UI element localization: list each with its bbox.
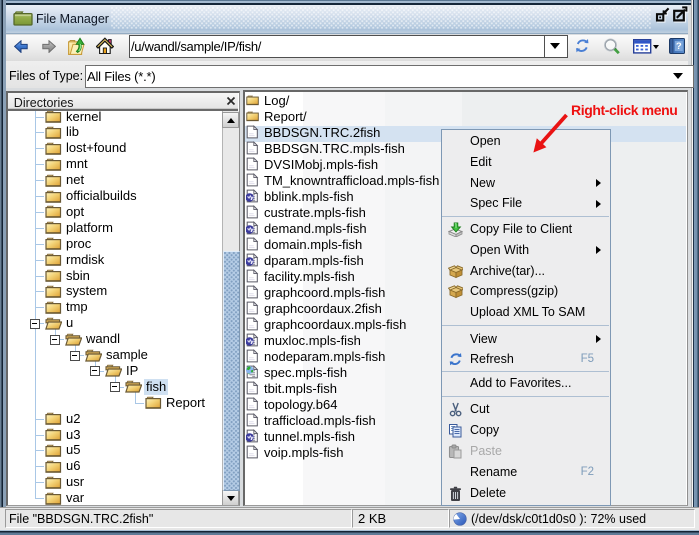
svg-text:?: ?	[676, 41, 682, 52]
